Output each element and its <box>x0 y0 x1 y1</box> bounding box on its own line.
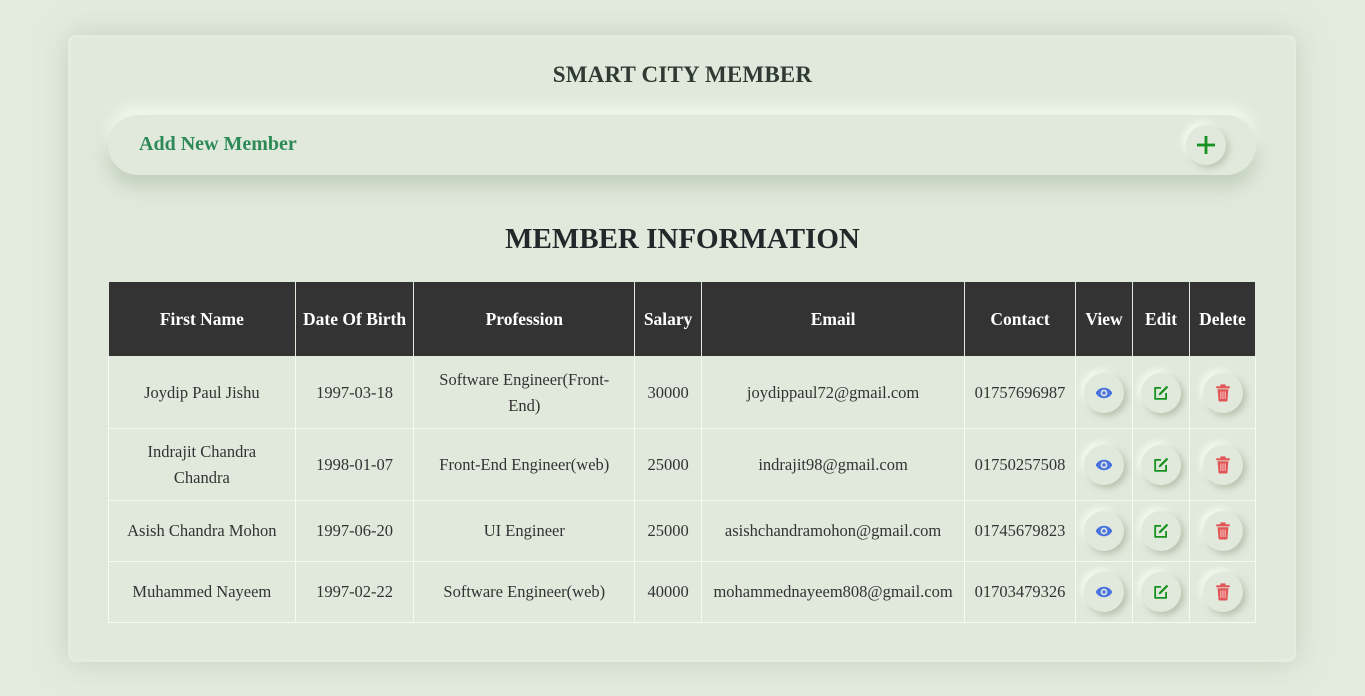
table-row: Joydip Paul Jishu 1997-03-18 Software En… <box>108 356 1256 429</box>
delete-button[interactable] <box>1202 572 1243 612</box>
column-header-contact: Contact <box>964 281 1077 357</box>
eye-icon <box>1095 387 1113 398</box>
cell-profession: Software Engineer(web) <box>413 561 636 623</box>
cell-salary: 25000 <box>634 500 703 562</box>
table-row: Indrajit Chandra Chandra 1998-01-07 Fron… <box>108 428 1256 501</box>
column-header-email: Email <box>701 281 966 357</box>
add-member-label[interactable]: Add New Member <box>139 133 297 156</box>
trash-icon <box>1215 383 1230 402</box>
cell-salary: 25000 <box>634 428 703 501</box>
trash-icon <box>1215 583 1230 601</box>
column-header-delete: Delete <box>1189 281 1256 357</box>
table-row: Muhammed Nayeem 1997-02-22 Software Engi… <box>108 561 1256 623</box>
eye-icon <box>1095 459 1113 470</box>
cell-contact: 01750257508 <box>964 428 1077 501</box>
cell-dob: 1997-06-20 <box>294 500 415 562</box>
column-header-dob: Date Of Birth <box>294 281 415 357</box>
cell-email: joydippaul72@gmail.com <box>701 356 966 429</box>
column-header-salary: Salary <box>634 281 703 357</box>
delete-button[interactable] <box>1202 372 1243 413</box>
cell-contact: 01745679823 <box>964 500 1077 562</box>
cell-first-name: Joydip Paul Jishu <box>108 356 296 429</box>
column-header-profession: Profession <box>413 281 636 357</box>
delete-button[interactable] <box>1202 511 1243 551</box>
table-row: Asish Chandra Mohon 1997-06-20 UI Engine… <box>108 500 1256 562</box>
cell-contact: 01703479326 <box>964 561 1077 623</box>
page-title: SMART CITY MEMBER <box>552 62 813 87</box>
view-button[interactable] <box>1084 572 1125 612</box>
section-title: MEMBER INFORMATION <box>505 223 860 255</box>
add-member-bar[interactable]: Add New Member <box>108 115 1256 175</box>
view-button[interactable] <box>1084 372 1125 413</box>
cell-dob: 1998-01-07 <box>294 428 415 501</box>
cell-contact: 01757696987 <box>964 356 1077 429</box>
edit-button[interactable] <box>1141 444 1181 485</box>
add-member-button[interactable] <box>1186 125 1226 165</box>
view-button[interactable] <box>1084 444 1125 485</box>
column-header-edit: Edit <box>1132 281 1190 357</box>
cell-dob: 1997-02-22 <box>294 561 415 623</box>
cell-email: mohammednayeem808@gmail.com <box>701 561 966 623</box>
cell-salary: 30000 <box>634 356 703 429</box>
cell-salary: 40000 <box>634 561 703 623</box>
cell-profession: Front-End Engineer(web) <box>413 428 636 501</box>
column-header-view: View <box>1075 281 1134 357</box>
view-button[interactable] <box>1084 511 1125 551</box>
cell-profession: Software Engineer(Front-End) <box>413 356 636 429</box>
edit-button[interactable] <box>1141 372 1181 413</box>
plus-icon <box>1197 136 1215 154</box>
delete-button[interactable] <box>1202 444 1243 485</box>
column-header-first-name: First Name <box>108 281 296 357</box>
edit-button[interactable] <box>1141 572 1181 612</box>
trash-icon <box>1215 522 1230 540</box>
edit-icon <box>1154 385 1169 400</box>
trash-icon <box>1215 455 1230 474</box>
cell-email: asishchandramohon@gmail.com <box>701 500 966 562</box>
cell-profession: UI Engineer <box>413 500 636 562</box>
edit-icon <box>1154 584 1169 599</box>
edit-icon <box>1154 523 1169 538</box>
cell-email: indrajit98@gmail.com <box>701 428 966 501</box>
eye-icon <box>1095 586 1113 598</box>
member-table: First Name Date Of Birth Profession Sala… <box>108 281 1256 623</box>
cell-dob: 1997-03-18 <box>294 356 415 429</box>
eye-icon <box>1095 525 1113 537</box>
cell-first-name: Indrajit Chandra Chandra <box>108 428 296 501</box>
cell-first-name: Muhammed Nayeem <box>108 561 296 623</box>
table-header-row: First Name Date Of Birth Profession Sala… <box>108 281 1256 357</box>
edit-button[interactable] <box>1141 511 1181 551</box>
edit-icon <box>1154 457 1169 472</box>
cell-first-name: Asish Chandra Mohon <box>108 500 296 562</box>
